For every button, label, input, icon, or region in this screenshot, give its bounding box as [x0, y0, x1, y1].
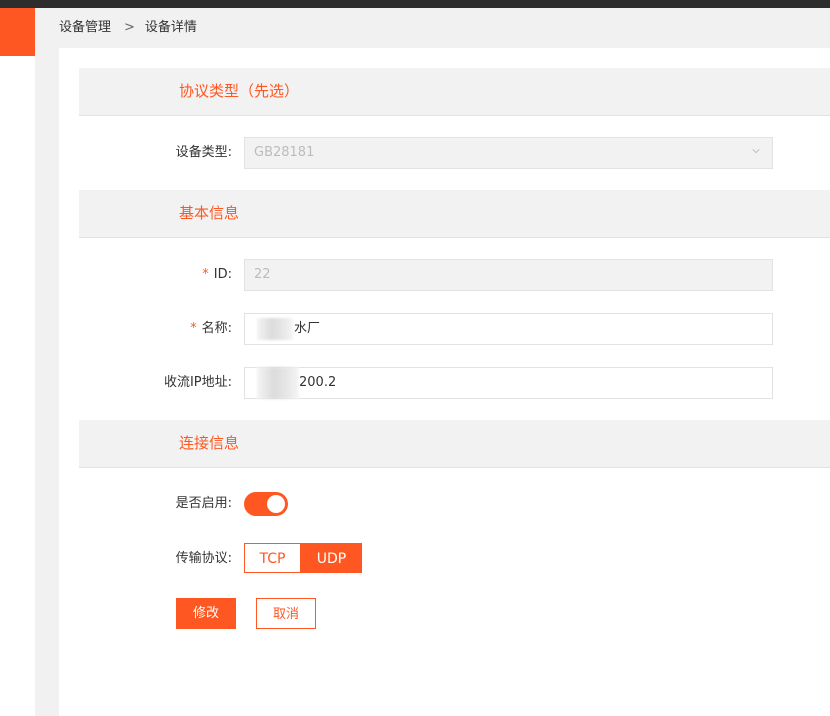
id-label-text: ID: — [213, 267, 232, 282]
transport-label: 传输协议: — [175, 551, 232, 566]
stream-ip-input[interactable]: 200.2 — [244, 367, 773, 399]
name-label: * 名称: — [190, 313, 232, 345]
device-type-select[interactable]: GB28181 — [244, 137, 773, 169]
enabled-toggle[interactable] — [244, 492, 288, 516]
section-title-connection: 连接信息 — [179, 434, 240, 452]
stream-ip-label: 收流IP地址: — [163, 375, 232, 390]
breadcrumb-separator: > — [124, 20, 135, 35]
name-input[interactable]: 水厂 — [244, 313, 773, 345]
breadcrumb: 设备管理 > 设备详情 — [59, 19, 197, 37]
redacted-name — [257, 318, 293, 340]
chevron-down-icon — [752, 149, 760, 154]
cancel-button[interactable]: 取消 — [256, 598, 316, 629]
sidebar — [0, 8, 35, 716]
section-basic: 基本信息 — [79, 190, 830, 238]
section-protocol: 协议类型（先选） — [79, 68, 830, 116]
toggle-knob — [267, 495, 285, 513]
device-type-label: 设备类型: — [175, 145, 232, 160]
name-label-text: 名称: — [201, 321, 232, 336]
section-title-protocol: 协议类型（先选） — [179, 82, 300, 100]
section-connection: 连接信息 — [79, 420, 830, 468]
required-mark: * — [190, 321, 197, 336]
breadcrumb-current: 设备详情 — [144, 20, 197, 35]
top-bar — [0, 0, 830, 8]
modify-button[interactable]: 修改 — [176, 598, 236, 629]
breadcrumb-parent[interactable]: 设备管理 — [59, 20, 111, 35]
id-label: * ID: — [202, 259, 232, 291]
section-title-basic: 基本信息 — [179, 204, 240, 222]
sidebar-active-item[interactable] — [0, 8, 35, 56]
transport-option-tcp[interactable]: TCP — [244, 543, 301, 573]
id-value: 22 — [254, 267, 271, 282]
device-type-value: GB28181 — [254, 145, 315, 160]
redacted-ip — [257, 367, 299, 399]
enabled-label: 是否启用: — [175, 496, 232, 511]
id-input[interactable]: 22 — [244, 259, 773, 291]
transport-option-udp[interactable]: UDP — [301, 543, 362, 573]
stream-ip-value: 200.2 — [299, 375, 337, 390]
name-value: 水厂 — [294, 321, 321, 336]
required-mark: * — [202, 267, 209, 282]
